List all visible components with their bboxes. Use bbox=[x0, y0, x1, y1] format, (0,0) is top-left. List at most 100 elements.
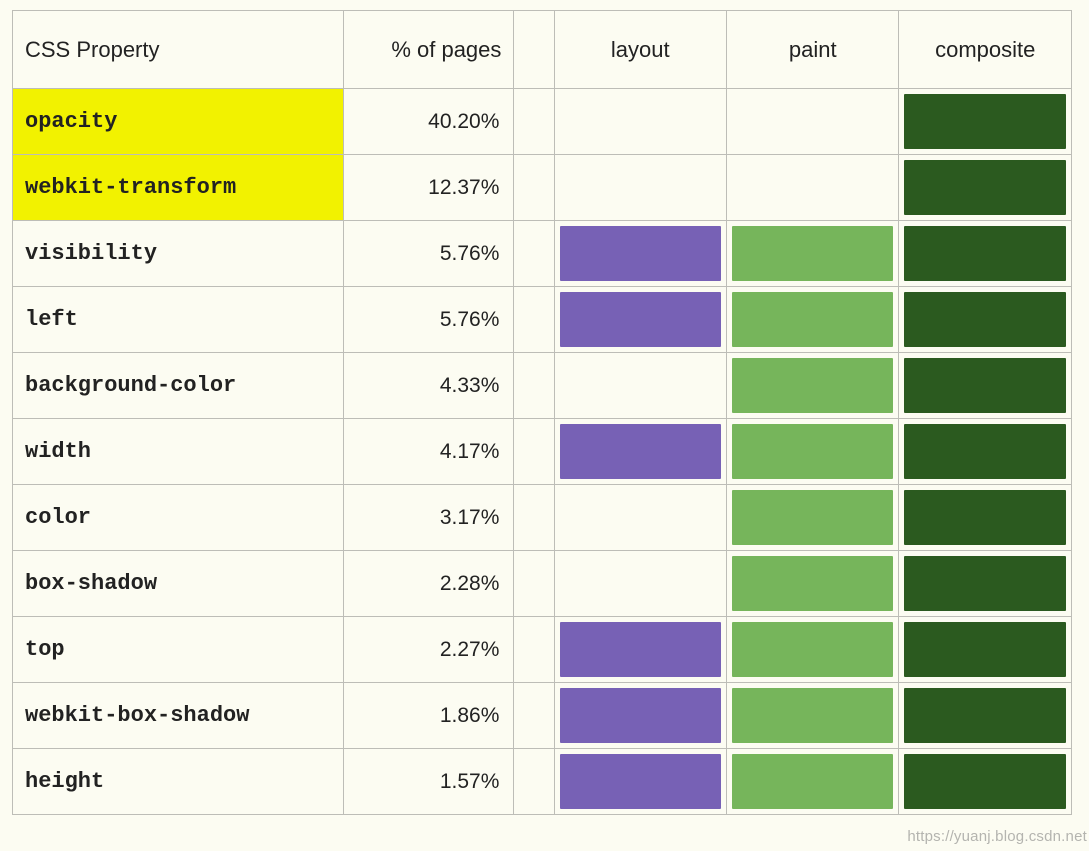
col-header-paint: paint bbox=[727, 11, 899, 89]
cell-composite bbox=[899, 155, 1072, 221]
paint-swatch bbox=[732, 424, 893, 479]
cell-property: width bbox=[13, 419, 344, 485]
cell-blank bbox=[514, 89, 554, 155]
cell-paint bbox=[727, 749, 899, 815]
paint-swatch bbox=[732, 754, 893, 809]
composite-swatch bbox=[904, 622, 1066, 677]
cell-blank bbox=[514, 221, 554, 287]
cell-blank bbox=[514, 617, 554, 683]
cell-percent: 1.57% bbox=[343, 749, 513, 815]
paint-swatch bbox=[732, 688, 893, 743]
cell-property: top bbox=[13, 617, 344, 683]
composite-swatch bbox=[904, 754, 1066, 809]
cell-percent: 4.33% bbox=[343, 353, 513, 419]
paint-swatch bbox=[732, 622, 893, 677]
cell-layout bbox=[554, 551, 726, 617]
cell-layout bbox=[554, 89, 726, 155]
cell-composite bbox=[899, 89, 1072, 155]
composite-swatch bbox=[904, 688, 1066, 743]
cell-blank bbox=[514, 551, 554, 617]
cell-layout bbox=[554, 683, 726, 749]
cell-composite bbox=[899, 749, 1072, 815]
cell-percent: 3.17% bbox=[343, 485, 513, 551]
cell-paint bbox=[727, 485, 899, 551]
css-property-table: CSS Property % of pages layout paint com… bbox=[12, 10, 1072, 815]
table-row: box-shadow2.28% bbox=[13, 551, 1072, 617]
cell-blank bbox=[514, 749, 554, 815]
table-row: height1.57% bbox=[13, 749, 1072, 815]
cell-percent: 12.37% bbox=[343, 155, 513, 221]
composite-swatch bbox=[904, 424, 1066, 479]
cell-percent: 2.28% bbox=[343, 551, 513, 617]
cell-layout bbox=[554, 485, 726, 551]
col-header-percent: % of pages bbox=[343, 11, 513, 89]
cell-paint bbox=[727, 287, 899, 353]
cell-percent: 5.76% bbox=[343, 221, 513, 287]
cell-paint bbox=[727, 155, 899, 221]
cell-blank bbox=[514, 155, 554, 221]
composite-swatch bbox=[904, 556, 1066, 611]
cell-paint bbox=[727, 353, 899, 419]
cell-paint bbox=[727, 617, 899, 683]
table-header-row: CSS Property % of pages layout paint com… bbox=[13, 11, 1072, 89]
cell-percent: 4.17% bbox=[343, 419, 513, 485]
col-header-layout: layout bbox=[554, 11, 726, 89]
paint-swatch bbox=[732, 226, 893, 281]
cell-composite bbox=[899, 485, 1072, 551]
col-header-property: CSS Property bbox=[13, 11, 344, 89]
cell-layout bbox=[554, 287, 726, 353]
cell-property: left bbox=[13, 287, 344, 353]
table-row: left5.76% bbox=[13, 287, 1072, 353]
composite-swatch bbox=[904, 358, 1066, 413]
composite-swatch bbox=[904, 292, 1066, 347]
table-row: top2.27% bbox=[13, 617, 1072, 683]
layout-swatch bbox=[560, 226, 721, 281]
table-row: webkit-transform12.37% bbox=[13, 155, 1072, 221]
table-row: visibility5.76% bbox=[13, 221, 1072, 287]
cell-layout bbox=[554, 749, 726, 815]
cell-layout bbox=[554, 617, 726, 683]
paint-swatch bbox=[732, 292, 893, 347]
composite-swatch bbox=[904, 226, 1066, 281]
cell-blank bbox=[514, 683, 554, 749]
layout-swatch bbox=[560, 754, 721, 809]
cell-blank bbox=[514, 353, 554, 419]
cell-property: visibility bbox=[13, 221, 344, 287]
cell-paint bbox=[727, 683, 899, 749]
cell-layout bbox=[554, 353, 726, 419]
cell-layout bbox=[554, 221, 726, 287]
table-row: width4.17% bbox=[13, 419, 1072, 485]
cell-property: opacity bbox=[13, 89, 344, 155]
cell-property: height bbox=[13, 749, 344, 815]
cell-composite bbox=[899, 221, 1072, 287]
cell-percent: 2.27% bbox=[343, 617, 513, 683]
cell-percent: 1.86% bbox=[343, 683, 513, 749]
table-row: background-color4.33% bbox=[13, 353, 1072, 419]
cell-property: webkit-transform bbox=[13, 155, 344, 221]
cell-paint bbox=[727, 89, 899, 155]
composite-swatch bbox=[904, 490, 1066, 545]
layout-swatch bbox=[560, 424, 721, 479]
cell-property: color bbox=[13, 485, 344, 551]
layout-swatch bbox=[560, 292, 721, 347]
cell-paint bbox=[727, 419, 899, 485]
paint-swatch bbox=[732, 490, 893, 545]
composite-swatch bbox=[904, 160, 1066, 215]
layout-swatch bbox=[560, 622, 721, 677]
cell-paint bbox=[727, 551, 899, 617]
cell-layout bbox=[554, 155, 726, 221]
cell-composite bbox=[899, 353, 1072, 419]
cell-composite bbox=[899, 287, 1072, 353]
cell-property: box-shadow bbox=[13, 551, 344, 617]
cell-composite bbox=[899, 683, 1072, 749]
layout-swatch bbox=[560, 688, 721, 743]
cell-blank bbox=[514, 485, 554, 551]
paint-swatch bbox=[732, 358, 893, 413]
paint-swatch bbox=[732, 556, 893, 611]
table-row: webkit-box-shadow1.86% bbox=[13, 683, 1072, 749]
cell-percent: 5.76% bbox=[343, 287, 513, 353]
cell-property: webkit-box-shadow bbox=[13, 683, 344, 749]
table-row: color3.17% bbox=[13, 485, 1072, 551]
cell-composite bbox=[899, 419, 1072, 485]
cell-blank bbox=[514, 419, 554, 485]
